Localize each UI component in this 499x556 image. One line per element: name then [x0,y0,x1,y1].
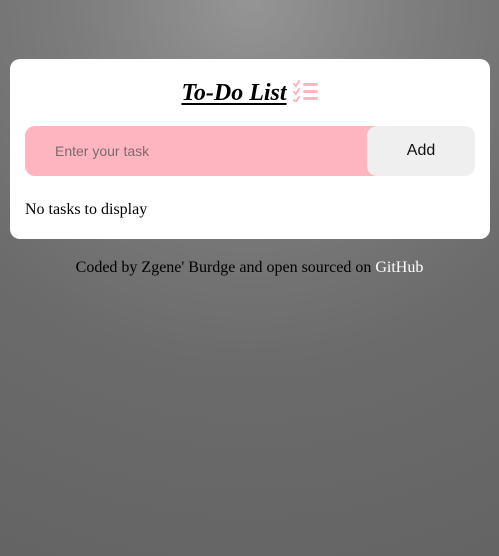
github-link[interactable]: GitHub [375,259,423,276]
header: To-Do List [10,77,490,109]
add-button[interactable]: Add [367,126,475,176]
page-title: To-Do List [181,80,287,106]
empty-tasks-message: No tasks to display [25,201,148,218]
checklist-icon [292,80,319,103]
task-form: Add [25,126,475,176]
footer: Coded by Zgene' Burdge and open sourced … [0,258,499,278]
task-input[interactable] [25,126,377,176]
footer-credit-text: Coded by Zgene' Burdge and open sourced … [75,259,372,276]
todo-card: To-Do List Add No tasks to display [10,59,490,239]
